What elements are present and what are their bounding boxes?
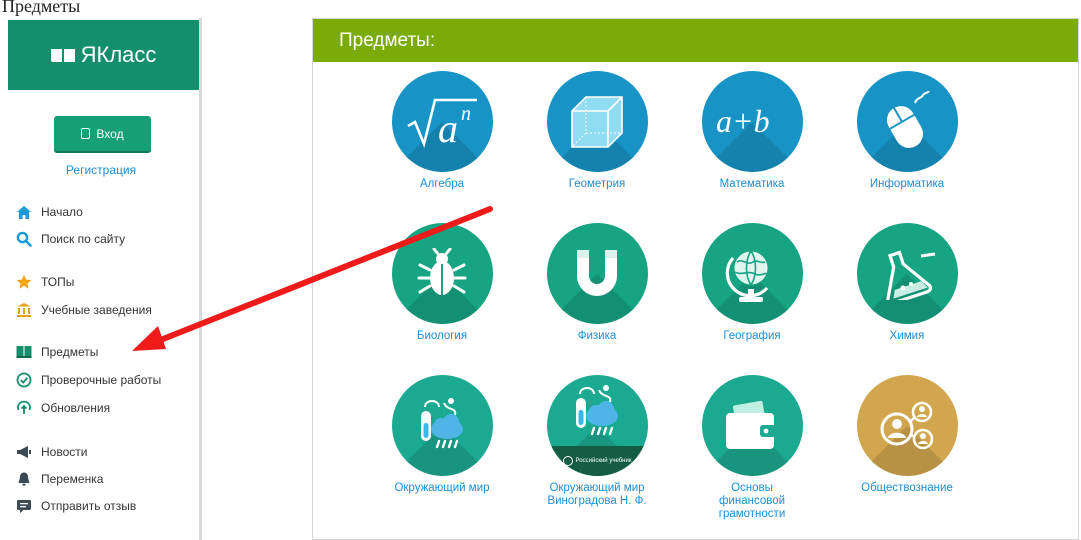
weather-icon: Российский учебник bbox=[546, 375, 648, 476]
subject-world-around[interactable]: Окружающий мир bbox=[367, 375, 517, 495]
sidebar-item-subjects[interactable]: Предметы bbox=[16, 344, 98, 360]
svg-text:a+b: a+b bbox=[716, 103, 770, 139]
people-icon bbox=[856, 375, 958, 476]
a-plus-b-icon: a+b bbox=[701, 71, 803, 172]
bell-icon bbox=[16, 471, 32, 487]
svg-text:a: a bbox=[438, 106, 458, 151]
subject-world-around-vinogradova[interactable]: Российский учебник Окружающий мир Виногр… bbox=[522, 375, 672, 508]
login-button[interactable]: Вход bbox=[54, 116, 151, 151]
subject-informatics[interactable]: Информатика bbox=[832, 71, 982, 191]
search-icon bbox=[16, 231, 32, 247]
sidebar-item-feedback[interactable]: Отправить отзыв bbox=[16, 498, 136, 514]
subject-algebra[interactable]: a n Алгебра bbox=[367, 71, 517, 191]
subject-biology[interactable]: Биология bbox=[367, 223, 517, 343]
subject-math[interactable]: a+b Математика bbox=[677, 71, 827, 191]
globe-icon bbox=[701, 223, 803, 324]
weather-icon bbox=[391, 375, 493, 476]
lock-icon bbox=[81, 128, 91, 139]
sidebar-item-tests[interactable]: Проверочные работы bbox=[16, 372, 161, 388]
login-label: Вход bbox=[96, 126, 124, 141]
subject-physics[interactable]: Физика bbox=[522, 223, 672, 343]
top-caption: Предметы bbox=[2, 0, 81, 16]
register-link[interactable]: Регистрация bbox=[0, 163, 202, 177]
bug-icon bbox=[391, 223, 493, 324]
logo[interactable]: ЯКласс bbox=[8, 20, 199, 90]
sidebar-item-search[interactable]: Поиск по сайту bbox=[16, 231, 125, 247]
subject-financial-literacy[interactable]: Основы финансовой грамотности bbox=[677, 375, 827, 521]
megaphone-icon bbox=[16, 444, 32, 460]
subject-chemistry[interactable]: Химия bbox=[832, 223, 982, 343]
home-icon bbox=[16, 204, 32, 220]
subject-geometry[interactable]: Геометрия bbox=[522, 71, 672, 191]
chat-icon bbox=[16, 498, 32, 514]
svg-text:n: n bbox=[461, 103, 471, 125]
publisher-badge: Российский учебник bbox=[546, 446, 648, 476]
subjects-panel: Предметы: a n Алгебра Геометрия a+b Мате… bbox=[312, 18, 1079, 540]
sidebar-item-news[interactable]: Новости bbox=[16, 444, 87, 460]
book-icon bbox=[16, 344, 32, 360]
wallet-icon bbox=[701, 375, 803, 476]
sidebar-item-updates[interactable]: Обновления bbox=[16, 400, 110, 416]
publisher-logo-icon bbox=[562, 456, 573, 466]
subject-social-studies[interactable]: Обществознание bbox=[832, 375, 982, 495]
sidebar-item-institutions[interactable]: Учебные заведения bbox=[16, 302, 152, 318]
mouse-icon bbox=[856, 71, 958, 172]
sidebar-item-tops[interactable]: ТОПы bbox=[16, 274, 74, 290]
sidebar: ЯКласс Вход Регистрация Начало Поиск по … bbox=[0, 18, 202, 540]
cube-icon bbox=[546, 71, 648, 172]
logo-text: ЯКласс bbox=[80, 42, 157, 67]
logo-book-icon bbox=[50, 48, 75, 62]
sidebar-item-break[interactable]: Переменка bbox=[16, 471, 103, 487]
magnet-icon bbox=[546, 223, 648, 324]
building-icon bbox=[16, 302, 32, 318]
star-icon bbox=[16, 274, 32, 290]
check-circle-icon bbox=[16, 372, 32, 388]
sqrt-icon: a n bbox=[391, 71, 493, 172]
panel-title: Предметы: bbox=[313, 19, 1078, 62]
subject-geography[interactable]: География bbox=[677, 223, 827, 343]
flask-icon bbox=[856, 223, 958, 324]
update-icon bbox=[16, 400, 32, 416]
sidebar-item-home[interactable]: Начало bbox=[16, 204, 83, 220]
